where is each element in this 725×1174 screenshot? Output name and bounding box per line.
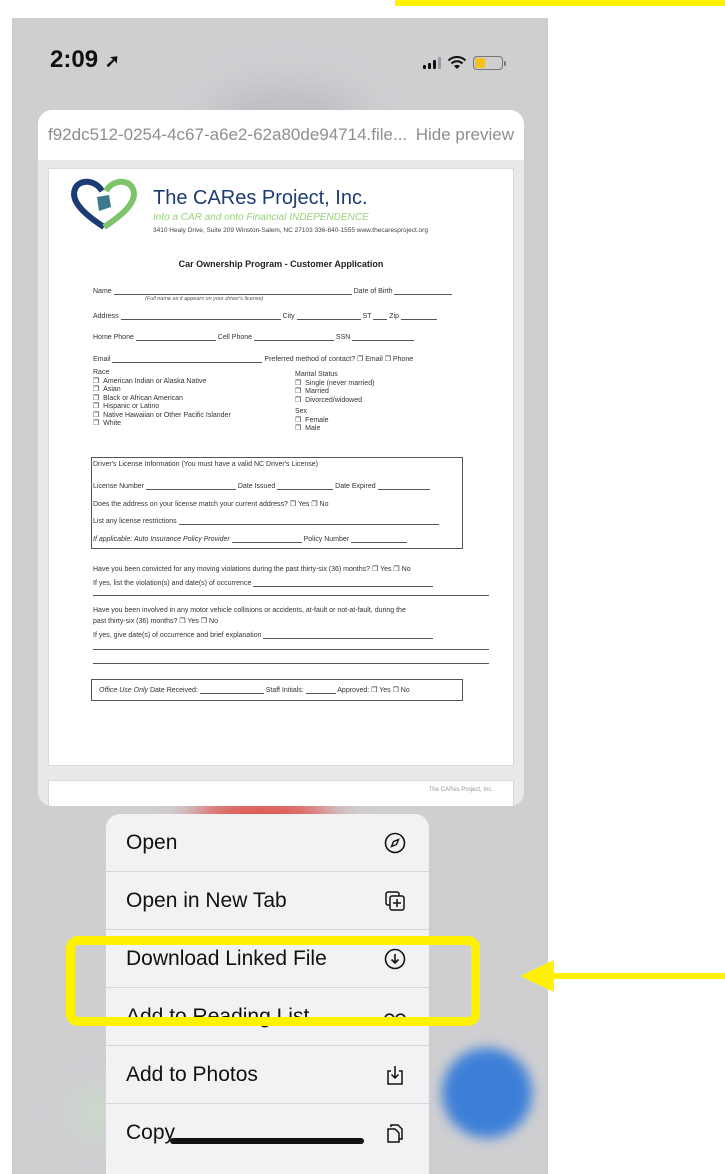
document-page-2: The CARes Project, Inc. bbox=[48, 780, 514, 806]
status-icons bbox=[423, 56, 506, 70]
city-label: City bbox=[282, 313, 295, 320]
name-row: Name Date of Birth bbox=[93, 287, 489, 295]
sex-label: Sex bbox=[295, 408, 308, 415]
menu-item-label: Copy bbox=[126, 1121, 176, 1144]
license-row: License Number Date Issued Date Expired bbox=[93, 482, 489, 490]
location-arrow-icon: ➚ bbox=[104, 51, 120, 71]
preview-header: f92dc512-0254-4c67-a6e2-62a80de94714.fil… bbox=[38, 110, 524, 160]
status-time-text: 2:09 bbox=[50, 46, 99, 73]
date-expired-label: Date Expired bbox=[335, 483, 376, 490]
address-label: Address bbox=[93, 313, 119, 320]
email-label: Email bbox=[93, 356, 111, 363]
race-option: ❒ Black or African American bbox=[93, 394, 183, 402]
blank-line bbox=[93, 649, 489, 650]
org-name: The CARes Project, Inc. bbox=[153, 187, 368, 209]
email-row: Email Preferred method of contact? ❒ Ema… bbox=[93, 355, 489, 363]
approved-label: Approved: ❒ Yes ❒ No bbox=[337, 687, 410, 694]
wifi-icon bbox=[447, 56, 467, 69]
st-label: ST bbox=[362, 313, 372, 320]
menu-item-add-to-photos[interactable]: Add to Photos bbox=[106, 1046, 429, 1104]
address-row: Address City ST Zip bbox=[93, 312, 489, 320]
menu-item-label: Add to Photos bbox=[126, 1062, 258, 1086]
square-and-arrow-down-icon bbox=[383, 1063, 407, 1087]
name-label: Name bbox=[93, 288, 112, 295]
menu-item-copy[interactable]: Copy bbox=[106, 1104, 429, 1162]
link-preview[interactable]: f92dc512-0254-4c67-a6e2-62a80de94714.fil… bbox=[38, 110, 524, 806]
violations-list-label: If yes, list the violation(s) and date(s… bbox=[93, 580, 252, 587]
marital-label: Marital Status bbox=[295, 371, 338, 378]
collisions-explain-row: If yes, give date(s) of occurrence and b… bbox=[93, 631, 489, 639]
policy-number-label: Policy Number bbox=[303, 536, 350, 543]
menu-item-open-new-tab[interactable]: Open in New Tab bbox=[106, 872, 429, 930]
license-number-label: License Number bbox=[93, 483, 144, 490]
collisions-question-2: past thirty-six (36) months? ❒ Yes ❒ No bbox=[93, 618, 218, 625]
status-time: 2:09 ➚ bbox=[50, 46, 120, 74]
cellular-signal-icon bbox=[423, 57, 441, 69]
office-use-label: Office Use Only bbox=[99, 687, 149, 694]
preview-url: f92dc512-0254-4c67-a6e2-62a80de94714.fil… bbox=[48, 125, 408, 144]
annotation-arrow-icon bbox=[520, 960, 725, 992]
dob-label: Date of Birth bbox=[353, 288, 393, 295]
staff-initials-label: Staff Initials: bbox=[265, 687, 304, 694]
race-option: ❒ White bbox=[93, 420, 122, 427]
annotation-top-line bbox=[395, 0, 725, 6]
menu-item-open[interactable]: Open bbox=[106, 814, 429, 872]
insurance-label: If applicable: Auto Insurance Policy Pro… bbox=[93, 536, 230, 543]
sex-option: ❒ Male bbox=[295, 425, 321, 432]
collisions-explain-label: If yes, give date(s) of occurrence and b… bbox=[93, 632, 262, 639]
restrictions-label: List any license restrictions bbox=[93, 518, 177, 525]
date-received-label: Date Received: bbox=[149, 687, 198, 694]
race-section: Race ❒ American Indian or Alaska Native … bbox=[93, 369, 231, 429]
restrictions-row: List any license restrictions bbox=[93, 517, 489, 525]
date-issued-label: Date Issued bbox=[237, 483, 276, 490]
address-match: Does the address on your license match y… bbox=[93, 501, 329, 508]
race-option: ❒ Native Hawaiian or Other Pacific Islan… bbox=[93, 411, 231, 419]
cares-heart-logo-icon bbox=[71, 178, 137, 230]
race-option: ❒ American Indian or Alaska Native bbox=[93, 377, 207, 385]
license-header: Driver's License Information (You must h… bbox=[93, 461, 318, 468]
race-option: ❒ Asian bbox=[93, 386, 121, 393]
violations-question: Have you been convicted for any moving v… bbox=[93, 566, 411, 573]
phone-row: Home Phone Cell Phone SSN bbox=[93, 333, 489, 341]
hide-preview-button[interactable]: Hide preview bbox=[416, 125, 514, 145]
page2-footer: The CARes Project, Inc. bbox=[428, 787, 493, 793]
blank-line bbox=[93, 595, 489, 596]
ssn-label: SSN bbox=[335, 334, 351, 341]
screenshot: 2:09 ➚ f92dc512-0254-4c67-a6e2-62a80de94… bbox=[0, 0, 725, 1174]
violations-list-row: If yes, list the violation(s) and date(s… bbox=[93, 579, 489, 587]
name-hint: (Full name as it appears on your driver'… bbox=[145, 296, 264, 302]
blank-line bbox=[93, 663, 489, 664]
org-tagline: Into a CAR and onto Financial INDEPENDEN… bbox=[153, 212, 369, 223]
sex-option: ❒ Female bbox=[295, 416, 329, 424]
marital-option: ❒ Divorced/widowed bbox=[295, 396, 362, 404]
document-page: The CARes Project, Inc. Into a CAR and o… bbox=[48, 168, 514, 766]
insurance-row: If applicable: Auto Insurance Policy Pro… bbox=[93, 535, 489, 543]
annotation-highlight-box bbox=[66, 936, 480, 1026]
collisions-question: Have you been involved in any motor vehi… bbox=[93, 607, 406, 614]
menu-item-label: Open bbox=[126, 830, 178, 854]
plus-square-on-square-icon bbox=[383, 889, 407, 913]
preview-body: The CARes Project, Inc. Into a CAR and o… bbox=[38, 160, 524, 806]
zip-label: Zip bbox=[389, 313, 400, 320]
document-title: Car Ownership Program - Customer Applica… bbox=[178, 259, 384, 269]
marital-option: ❒ Single (never married) bbox=[295, 379, 375, 387]
home-indicator[interactable] bbox=[170, 1138, 364, 1144]
doc-on-doc-icon bbox=[383, 1121, 407, 1145]
contact-preference: Preferred method of contact? ❒ Email ❒ P… bbox=[264, 356, 414, 363]
marital-option: ❒ Married bbox=[295, 388, 329, 395]
battery-icon bbox=[473, 56, 506, 70]
cell-phone-label: Cell Phone bbox=[217, 334, 253, 341]
race-label: Race bbox=[93, 369, 110, 376]
compass-icon bbox=[383, 831, 407, 855]
blurred-blue-button bbox=[442, 1048, 532, 1138]
office-use-row: Office Use Only Date Received: Staff Ini… bbox=[99, 686, 489, 694]
org-address: 3410 Healy Drive, Suite 209 Winston-Sale… bbox=[153, 227, 428, 234]
marital-section: Marital Status ❒ Single (never married) … bbox=[295, 371, 374, 434]
menu-item-label: Open in New Tab bbox=[126, 888, 287, 912]
race-option: ❒ Hispanic or Latino bbox=[93, 403, 160, 410]
home-phone-label: Home Phone bbox=[93, 334, 134, 341]
